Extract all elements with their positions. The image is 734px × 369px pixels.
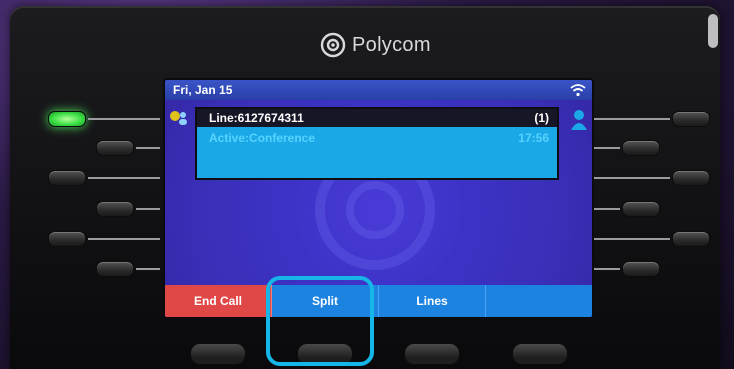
user-icon bbox=[571, 110, 587, 130]
line-key-1[interactable] bbox=[48, 111, 86, 127]
conference-icon bbox=[170, 111, 187, 125]
line-key-12[interactable] bbox=[622, 261, 660, 277]
line-key-7-leader bbox=[594, 118, 670, 120]
lines-softkey[interactable]: Lines bbox=[379, 285, 486, 317]
blank-softkey[interactable] bbox=[486, 285, 592, 317]
line-key-6[interactable] bbox=[96, 261, 134, 277]
line-key-5-leader bbox=[88, 238, 160, 240]
line-key-7[interactable] bbox=[672, 111, 710, 127]
softkey-bar: End Call Split Lines bbox=[165, 285, 592, 317]
end-call-softkey[interactable]: End Call bbox=[165, 285, 272, 317]
call-status: Active:Conference bbox=[209, 131, 316, 145]
line-key-3[interactable] bbox=[48, 170, 86, 186]
call-line-label: Line:6127674311 bbox=[209, 111, 304, 125]
hook-switch bbox=[708, 14, 718, 48]
line-key-5[interactable] bbox=[48, 231, 86, 247]
status-bar: Fri, Jan 15 bbox=[165, 80, 592, 100]
line-key-6-leader bbox=[136, 268, 160, 270]
active-call-panel[interactable]: Line:6127674311 (1) Active:Conference 17… bbox=[195, 107, 559, 180]
line-key-3-leader bbox=[88, 177, 160, 179]
line-key-9-leader bbox=[594, 177, 670, 179]
call-count: (1) bbox=[534, 111, 549, 125]
line-key-2-leader bbox=[136, 147, 160, 149]
line-key-2[interactable] bbox=[96, 140, 134, 156]
line-key-11[interactable] bbox=[672, 231, 710, 247]
line-key-10-leader bbox=[594, 208, 620, 210]
softkey-button-3[interactable] bbox=[404, 343, 460, 365]
brand-name: Polycom bbox=[352, 33, 431, 56]
softkey-button-2[interactable] bbox=[297, 343, 353, 365]
softkey-button-1[interactable] bbox=[190, 343, 246, 365]
line-key-4[interactable] bbox=[96, 201, 134, 217]
line-key-8-leader bbox=[594, 147, 620, 149]
date-label: Fri, Jan 15 bbox=[173, 83, 233, 97]
call-duration: 17:56 bbox=[518, 131, 549, 145]
line-key-8[interactable] bbox=[622, 140, 660, 156]
call-status-row: Active:Conference 17:56 bbox=[197, 127, 557, 149]
polycom-logo-icon bbox=[320, 32, 346, 58]
split-softkey[interactable]: Split bbox=[272, 285, 379, 317]
line-key-9[interactable] bbox=[672, 170, 710, 186]
brand-logo-area: Polycom bbox=[320, 30, 431, 60]
line-key-11-leader bbox=[594, 238, 670, 240]
line-key-1-leader bbox=[88, 118, 160, 120]
phone-display: Fri, Jan 15 Line:6127674311 (1) Active:C… bbox=[163, 78, 594, 319]
softkey-button-4[interactable] bbox=[512, 343, 568, 365]
call-header: Line:6127674311 (1) bbox=[197, 109, 557, 127]
line-key-10[interactable] bbox=[622, 201, 660, 217]
line-key-4-leader bbox=[136, 208, 160, 210]
line-key-12-leader bbox=[594, 268, 620, 270]
wifi-icon bbox=[570, 84, 586, 97]
